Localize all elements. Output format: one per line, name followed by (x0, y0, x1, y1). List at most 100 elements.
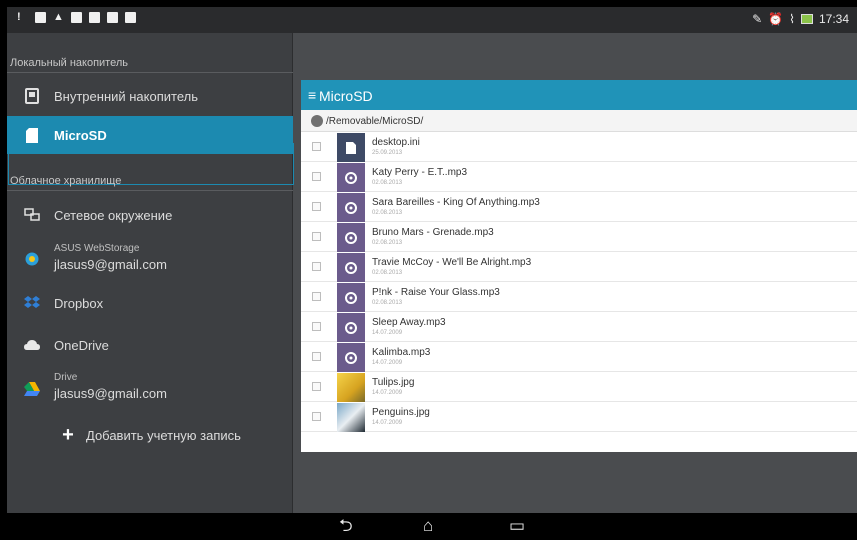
google-drive-account: jlasus9@gmail.com (54, 386, 167, 401)
file-row[interactable]: Bruno Mars - Grenade.mp3 02.08.2013 (301, 223, 857, 252)
file-name: Tulips.jpg (372, 377, 415, 388)
gallery-icon (35, 12, 46, 23)
add-account-button[interactable]: + Добавить учетную запись (7, 416, 293, 454)
file-row[interactable]: P!nk - Raise Your Glass.mp3 02.08.2013 (301, 283, 857, 312)
file-checkbox[interactable] (312, 172, 321, 181)
file-row[interactable]: Katy Perry - E.T..mp3 02.08.2013 (301, 163, 857, 192)
file-date: 25.09.2013 (372, 150, 403, 156)
divider (7, 72, 293, 73)
file-row[interactable]: desktop.ini 25.09.2013 (301, 133, 857, 162)
file-name: Katy Perry - E.T..mp3 (372, 167, 468, 178)
drawer-item-internal-storage[interactable]: Внутренний накопитель (7, 77, 293, 115)
back-button[interactable]: ⮌ (339, 517, 353, 535)
drawer-item-label: Внутренний накопитель (54, 88, 198, 104)
wifi-icon: ⌇ (789, 12, 795, 26)
file-checkbox[interactable] (312, 292, 321, 301)
file-date: 14.07.2009 (372, 420, 403, 426)
audio-file-icon (337, 253, 365, 282)
file-name: P!nk - Raise Your Glass.mp3 (372, 287, 500, 298)
audio-file-icon (337, 313, 365, 342)
asus-webstorage-title: ASUS WebStorage (54, 243, 140, 254)
file-row[interactable]: Penguins.jpg 14.07.2009 (301, 403, 857, 432)
drawer-item-asus-webstorage[interactable]: ASUS WebStorage jlasus9@gmail.com (7, 236, 293, 282)
drawer-item-onedrive[interactable]: OneDrive (7, 326, 293, 364)
file-checkbox[interactable] (312, 142, 321, 151)
file-date: 02.08.2013 (372, 270, 403, 276)
home-button[interactable]: ⌂ (423, 517, 433, 535)
battery-icon (800, 14, 813, 24)
file-row[interactable]: Sleep Away.mp3 14.07.2009 (301, 313, 857, 342)
file-name: desktop.ini (372, 137, 420, 148)
file-name: Bruno Mars - Grenade.mp3 (372, 227, 494, 238)
drawer-item-label: MicroSD (54, 127, 107, 143)
audio-file-icon (337, 223, 365, 252)
file-row[interactable]: Tulips.jpg 14.07.2009 (301, 373, 857, 402)
file-checkbox[interactable] (312, 202, 321, 211)
audio-file-icon (337, 163, 365, 192)
drawer-item-network[interactable]: Сетевое окружение (7, 196, 293, 234)
file-name: Kalimba.mp3 (372, 347, 431, 358)
file-date: 02.08.2013 (372, 240, 403, 246)
phone-storage-icon (24, 88, 40, 104)
network-icon (24, 207, 40, 223)
file-date: 14.07.2009 (372, 330, 403, 336)
plus-icon: + (62, 423, 74, 446)
drawer-item-label: Dropbox (54, 295, 104, 311)
google-drive-icon (24, 381, 40, 397)
navigation-drawer: Локальный накопитель Внутренний накопите… (7, 33, 294, 513)
navigation-bar: ⮌ ⌂ ▭ (7, 513, 857, 540)
image-thumbnail (337, 373, 365, 402)
file-checkbox[interactable] (312, 412, 321, 421)
recents-button[interactable]: ▭ (509, 517, 525, 535)
file-date: 14.07.2009 (372, 390, 403, 396)
cloud-storage-header-label: Облачное хранилище (10, 175, 122, 187)
camera-icon (125, 12, 136, 23)
file-row[interactable]: Sara Bareilles - King Of Anything.mp3 02.… (301, 193, 857, 222)
onedrive-icon (24, 337, 40, 353)
cloud-storage-header: Облачное хранилище (7, 175, 293, 191)
local-storage-header-label: Локальный накопитель (10, 57, 129, 69)
audio-file-icon (337, 193, 365, 222)
file-checkbox[interactable] (312, 232, 321, 241)
file-checkbox[interactable] (312, 352, 321, 361)
dropbox-icon (24, 295, 40, 311)
asus-webstorage-icon (24, 251, 40, 267)
file-date: 02.08.2013 (372, 210, 403, 216)
file-row[interactable]: Kalimba.mp3 14.07.2009 (301, 343, 857, 372)
drawer-item-dropbox[interactable]: Dropbox (7, 284, 293, 322)
audio-file-icon (337, 283, 365, 312)
add-account-label: Добавить учетную запись (86, 427, 241, 443)
home-icon: ⌂ (423, 516, 434, 535)
drawer-item-label: Сетевое окружение (54, 207, 173, 223)
alert-icon: ! (17, 11, 21, 23)
file-name: Sara Bareilles - King Of Anything.mp3 (372, 197, 540, 208)
drawer-item-google-drive[interactable]: Drive jlasus9@gmail.com (7, 366, 293, 412)
file-checkbox[interactable] (312, 262, 321, 271)
file-date: 14.07.2009 (372, 360, 403, 366)
file-checkbox[interactable] (312, 322, 321, 331)
sd-card-icon (311, 115, 323, 127)
menu-icon[interactable]: ≡ (308, 87, 316, 103)
path-text: /Removable/MicroSD/ (326, 116, 424, 127)
recents-icon: ▭ (509, 516, 526, 535)
sd-card-icon (24, 127, 40, 143)
file-name: Travie McCoy - We'll Be Alright.mp3 (372, 257, 532, 268)
back-icon: ⮌ (339, 516, 353, 535)
warning-icon: ▲ (53, 11, 64, 23)
file-checkbox[interactable] (312, 382, 321, 391)
file-row[interactable]: Travie McCoy - We'll Be Alright.mp3 02.08… (301, 253, 857, 282)
pane-header: ≡ MicroSD (301, 80, 857, 110)
document-icon (89, 12, 100, 23)
file-date: 02.08.2013 (372, 180, 403, 186)
status-bar: ! ▲ ✎ ⏰ ⌇ 17:34 (7, 7, 857, 33)
file-list-pane: ≡ MicroSD /Removable/MicroSD/ desktop.in… (301, 80, 857, 452)
file-date: 02.08.2013 (372, 300, 403, 306)
image-thumbnail (337, 403, 365, 432)
system-icons: ✎ ⏰ ⌇ 17:34 (752, 12, 849, 26)
screen: ! ▲ ✎ ⏰ ⌇ 17:34 Локальный накопитель Вну… (7, 7, 857, 540)
local-storage-header: Локальный накопитель (7, 57, 293, 73)
image-icon (71, 12, 82, 23)
audio-file-icon (337, 343, 365, 372)
pane-title: MicroSD (319, 88, 373, 104)
google-drive-title: Drive (54, 372, 78, 383)
